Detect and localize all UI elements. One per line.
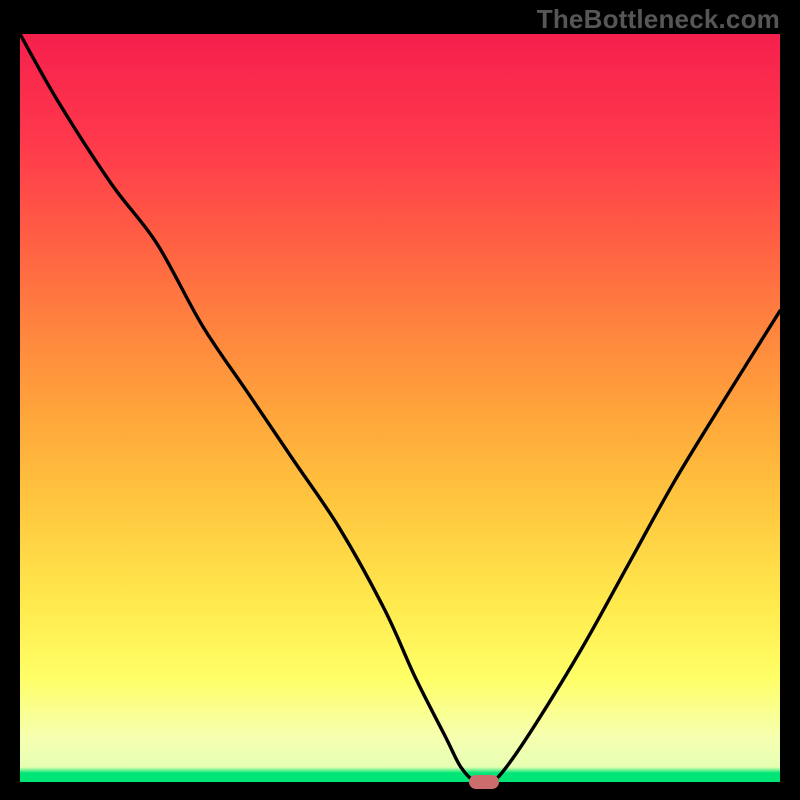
watermark-text: TheBottleneck.com [537,4,780,35]
curve-layer [20,34,780,782]
chart-container: TheBottleneck.com [0,0,800,800]
bottleneck-curve [20,34,780,782]
optimal-marker [469,775,499,789]
plot-area [20,34,780,782]
